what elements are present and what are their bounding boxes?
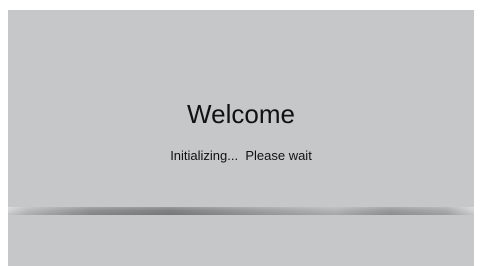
status-text: Initializing... Please wait (170, 148, 312, 163)
welcome-title: Welcome (187, 99, 295, 129)
splash-panel: Welcome Initializing... Please wait (8, 10, 474, 266)
loading-progress-bar (8, 207, 474, 215)
